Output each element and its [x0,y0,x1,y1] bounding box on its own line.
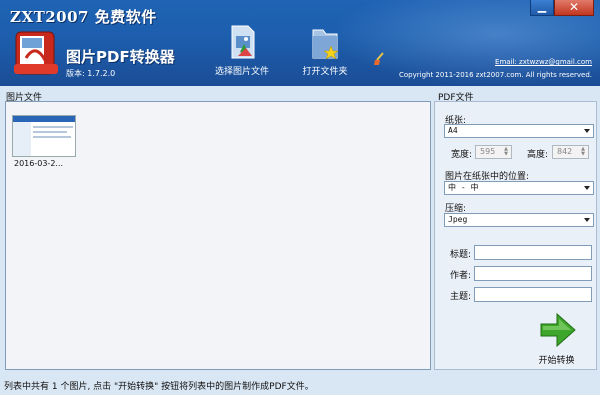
close-button[interactable]: ✕ [554,0,594,16]
position-select[interactable]: 中 - 中 [444,181,594,195]
author-field-label: 作者: [450,271,472,281]
dropdown-arrow-icon [584,129,590,133]
start-convert-button[interactable]: 开始转换 [534,310,579,366]
select-images-label: 选择图片文件 [214,67,269,77]
image-thumbnail[interactable] [12,115,76,157]
compression-select[interactable]: Jpeg [444,213,594,227]
width-label: 宽度: [451,150,473,160]
spinner-arrows-icon[interactable]: ▲ ▼ [579,147,587,157]
compression-select-value: Jpeg [448,215,468,224]
app-logo-icon [10,28,62,78]
image-list-panel[interactable]: 2016-03-2... [5,101,431,370]
open-folder-label: 打开文件夹 [302,67,348,77]
green-arrow-icon [540,312,576,348]
broom-icon[interactable] [373,52,387,69]
height-value: 842 [557,147,573,156]
width-spinner[interactable]: 595 ▲ ▼ [475,145,512,159]
folder-star-icon [312,29,339,60]
spinner-arrows-icon[interactable]: ▲ ▼ [502,147,510,157]
subject-input[interactable] [474,287,592,302]
paper-select-value: A4 [448,126,458,135]
minimize-button[interactable]: ▁ [530,0,554,16]
image-file-icon [231,25,255,59]
title-field-label: 标题: [450,250,472,260]
version-text: 版本: 1.7.2.0 [66,69,116,78]
email-link[interactable]: Email: zxtwzwz@gmail.com [495,58,592,66]
window-controls: ▁ ✕ [530,0,594,18]
select-images-button[interactable]: 选择图片文件 [207,22,277,77]
app-name: 图片PDF转换器 [66,48,175,66]
title-input[interactable] [474,245,592,260]
dropdown-arrow-icon [584,218,590,222]
header-banner: ZXT2007 免费软件 图片PDF转换器 版本: 1.7.2.0 选择图片文件… [0,0,600,86]
dropdown-arrow-icon [584,186,590,190]
start-convert-label: 开始转换 [538,356,575,366]
height-spinner[interactable]: 842 ▲ ▼ [552,145,589,159]
brand-title: ZXT2007 免费软件 [10,8,157,26]
paper-select[interactable]: A4 [444,124,594,138]
position-select-value: 中 - 中 [448,183,479,192]
copyright-text: Copyright 2011-2016 zxt2007.com. All rig… [398,71,592,79]
image-thumbnail-label: 2016-03-2... [14,159,64,168]
width-value: 595 [480,147,496,156]
height-label: 高度: [527,150,549,160]
author-input[interactable] [474,266,592,281]
open-folder-button[interactable]: 打开文件夹 [290,22,360,77]
subject-field-label: 主题: [450,292,472,302]
status-bar: 列表中共有 1 个图片, 点击 "开始转换" 按钮将列表中的图片制作成PDF文件… [0,380,600,395]
